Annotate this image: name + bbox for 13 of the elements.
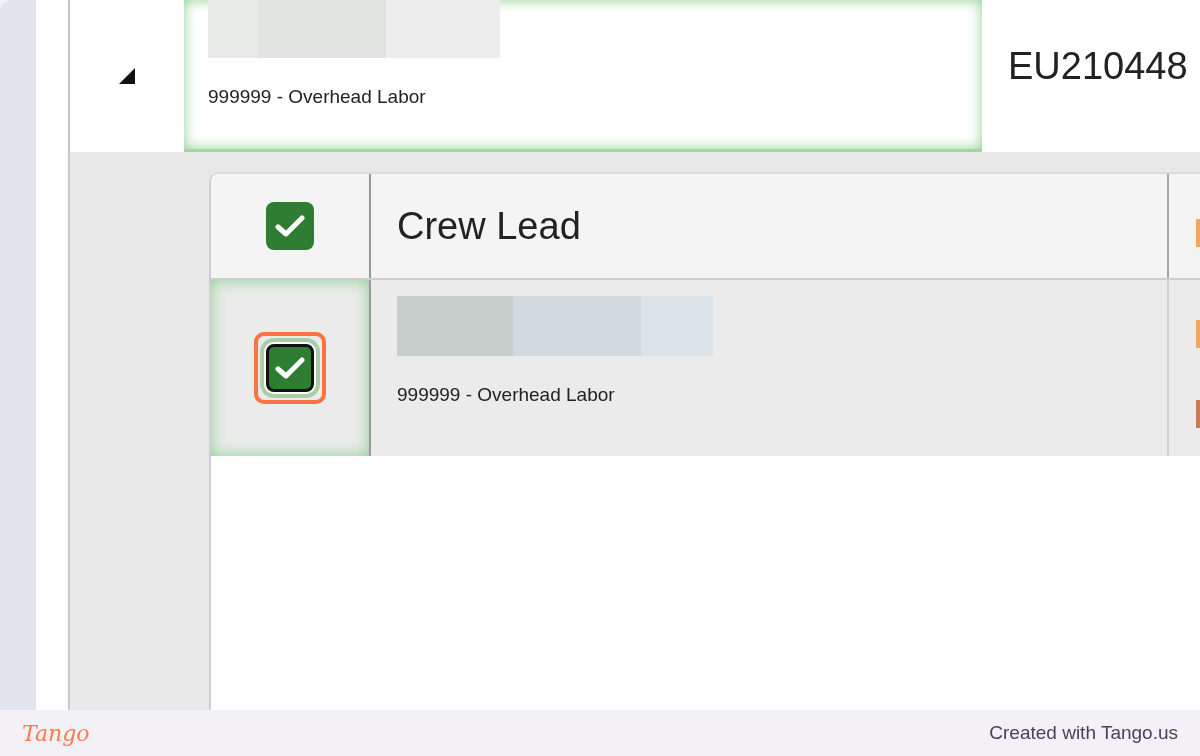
cut-off-mark [1196, 400, 1200, 428]
check-icon [275, 356, 305, 380]
employee-code: 999999 - Overhead Labor [397, 384, 615, 406]
column-header: Crew Lead [397, 204, 581, 248]
check-icon [275, 214, 305, 238]
select-all-checkbox[interactable] [266, 202, 314, 250]
cut-off-mark [1196, 219, 1200, 247]
tango-logo: Tango [22, 720, 90, 746]
credit-text: Created with Tango.us [989, 722, 1178, 744]
collapse-caret-icon[interactable] [117, 66, 137, 86]
cut-off-mark [1196, 320, 1200, 348]
employee-code: 999999 - Overhead Labor [208, 86, 427, 108]
table-cell: EU210448 [1008, 44, 1188, 88]
